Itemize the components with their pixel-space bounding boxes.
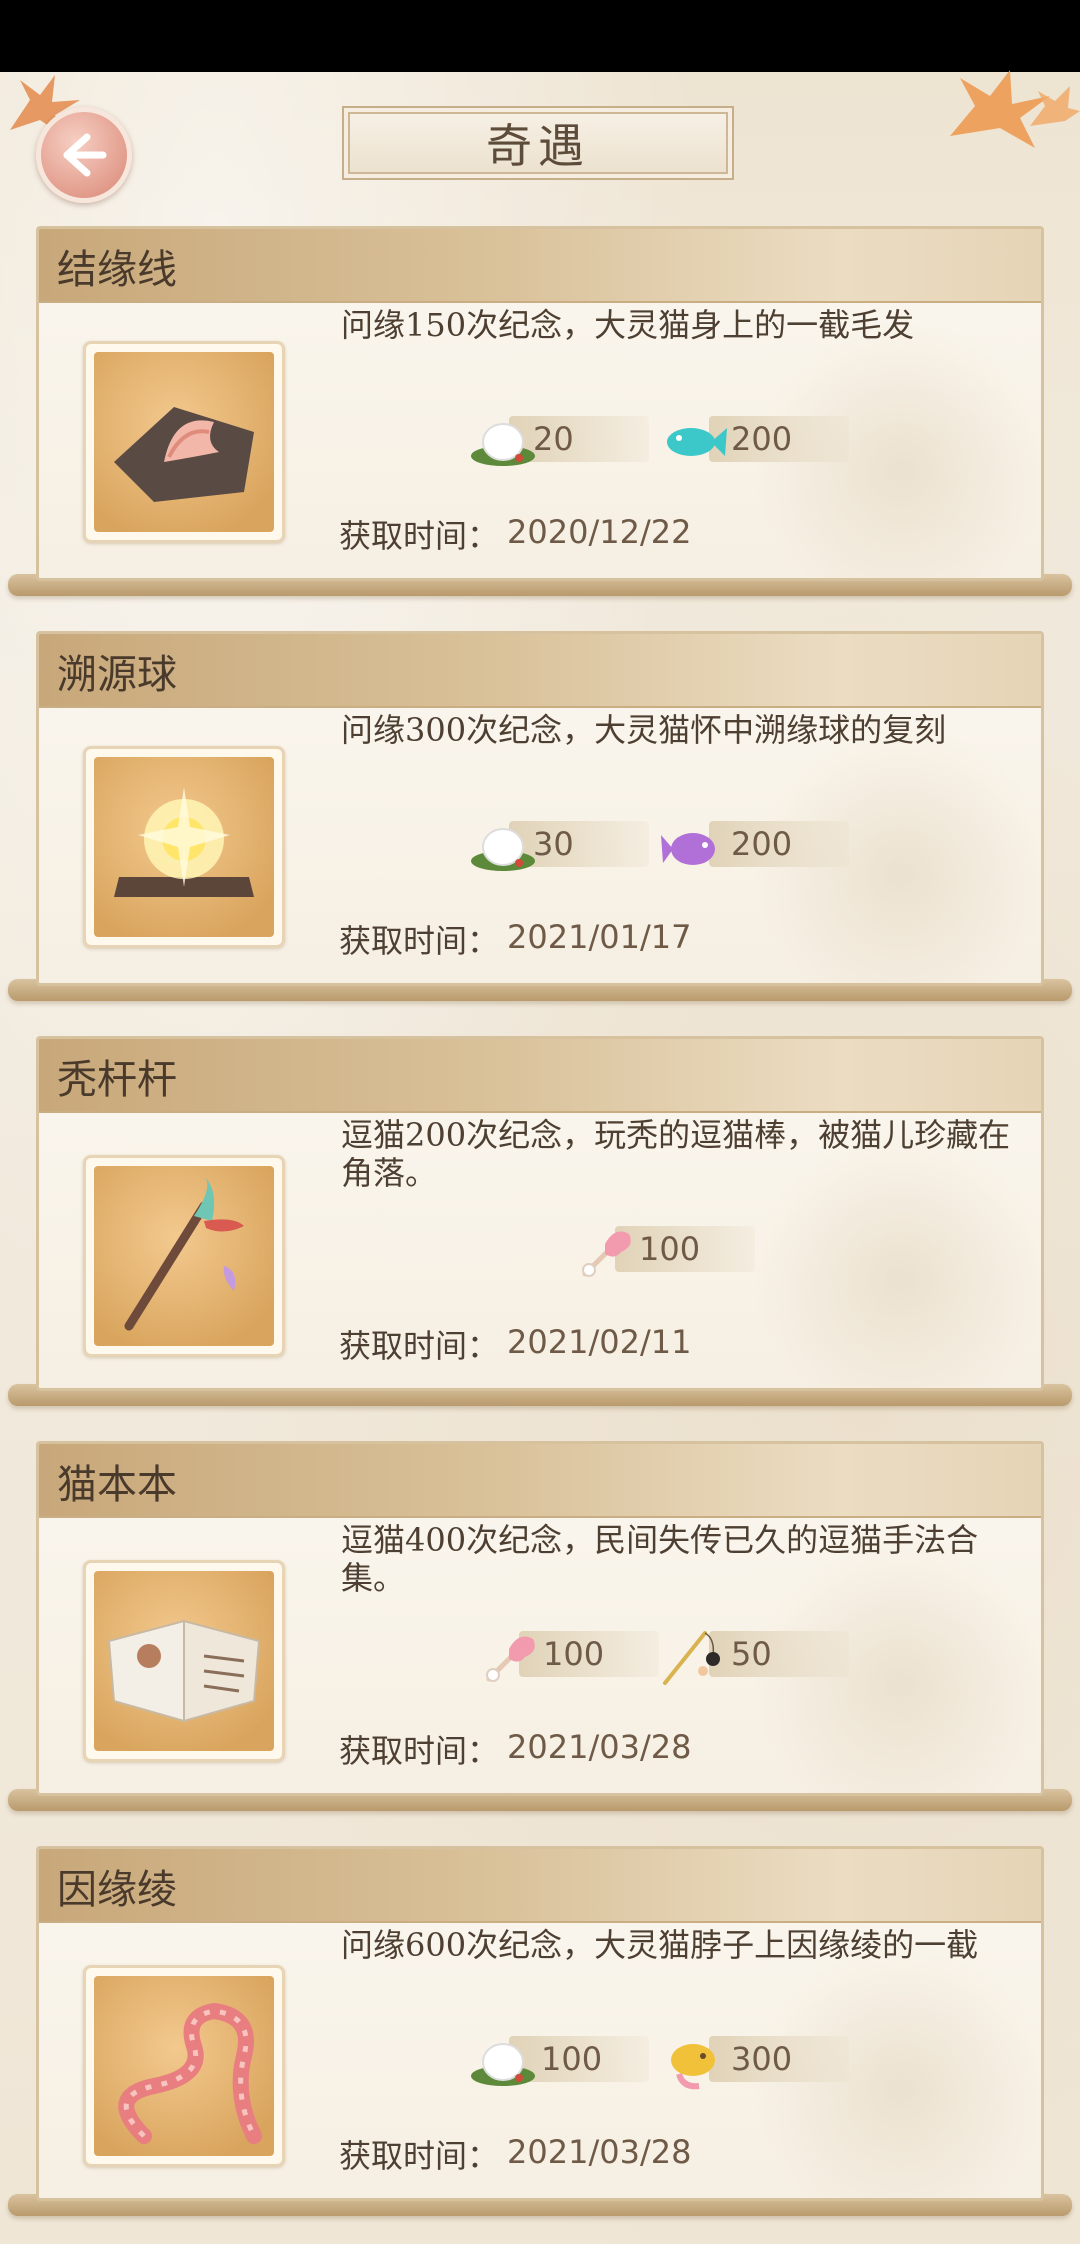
card-title: 溯源球 xyxy=(57,652,177,698)
pink-teaser-icon xyxy=(582,1231,631,1277)
card-description: 逗猫400次纪念，民间失传已久的逗猫手法合集。 xyxy=(341,1521,979,1597)
card-body: 猫本本 逗猫400次纪念，民间失传已久的逗猫手法合集。 100 50 获取时间：… xyxy=(36,1441,1044,1796)
bun-on-leaf-icon xyxy=(471,2043,535,2086)
open-book-icon xyxy=(107,1619,261,1723)
bun-on-leaf-icon xyxy=(471,828,535,871)
card-body: 秃杆杆 逗猫200次纪念，玩秃的逗猫棒，被猫儿珍藏在角落。 100 获取时间： … xyxy=(36,1036,1044,1391)
collection-card[interactable]: 因缘绫 问缘600次纪念，大灵猫脖子上因缘绫的一截 100 300 获取时间： … xyxy=(8,1846,1072,2216)
card-header: 溯源球 xyxy=(39,634,1041,708)
date-value: 2020/12/22 xyxy=(507,513,692,551)
card-header: 猫本本 xyxy=(39,1444,1041,1518)
reward-value: 20 xyxy=(533,420,574,458)
card-description: 问缘600次纪念，大灵猫脖子上因缘绫的一截 xyxy=(341,1926,979,1964)
card-header: 结缘线 xyxy=(39,229,1041,303)
card-title: 因缘绫 xyxy=(57,1867,177,1913)
item-thumbnail[interactable] xyxy=(83,1155,285,1357)
pink-teaser-icon xyxy=(486,1636,535,1682)
card-title: 结缘线 xyxy=(57,247,177,293)
status-bar xyxy=(0,0,1080,72)
collection-card[interactable]: 秃杆杆 逗猫200次纪念，玩秃的逗猫棒，被猫儿珍藏在角落。 100 获取时间： … xyxy=(8,1036,1072,1406)
cat-teaser-stick-icon xyxy=(124,1176,244,1331)
reward-value: 100 xyxy=(639,1230,701,1268)
fishing-rod-teaser-icon xyxy=(663,1631,720,1685)
page-title: 奇遇 xyxy=(486,119,590,173)
fur-tuft-icon xyxy=(114,407,254,502)
card-description: 问缘300次纪念，大灵猫怀中溯缘球的复刻 xyxy=(341,711,947,749)
cyan-fish-icon xyxy=(667,428,727,456)
card-body: 结缘线 问缘150次纪念，大灵猫身上的一截毛发 20 200 获取时间： 202… xyxy=(36,226,1044,581)
back-button[interactable] xyxy=(36,107,132,203)
reward-value: 100 xyxy=(543,1635,605,1673)
date-label: 获取时间： xyxy=(339,1732,500,1770)
card-description: 问缘150次纪念，大灵猫身上的一截毛发 xyxy=(341,306,915,344)
item-thumbnail[interactable] xyxy=(83,1560,285,1762)
page-title-plaque: 奇遇 xyxy=(342,106,734,180)
card-body: 因缘绫 问缘600次纪念，大灵猫脖子上因缘绫的一截 100 300 获取时间： … xyxy=(36,1846,1044,2201)
card-title: 猫本本 xyxy=(57,1462,177,1508)
collection-card[interactable]: 结缘线 问缘150次纪念，大灵猫身上的一截毛发 20 200 获取时间： 202… xyxy=(8,226,1072,596)
item-thumbnail[interactable] xyxy=(83,341,285,543)
card-header: 秃杆杆 xyxy=(39,1039,1041,1113)
date-label: 获取时间： xyxy=(339,517,500,555)
date-label: 获取时间： xyxy=(339,922,500,960)
card-header: 因缘绫 xyxy=(39,1849,1041,1923)
reward-value: 100 xyxy=(541,2040,603,2078)
reward-value: 200 xyxy=(731,825,793,863)
maple-leaf-icon xyxy=(950,70,1080,148)
date-label: 获取时间： xyxy=(339,1327,500,1365)
golden-fish-icon xyxy=(671,2044,715,2090)
date-label: 获取时间： xyxy=(339,2137,500,2175)
item-thumbnail[interactable] xyxy=(83,746,285,948)
date-value: 2021/03/28 xyxy=(507,2133,692,2171)
collection-card[interactable]: 溯源球 问缘300次纪念，大灵猫怀中溯缘球的复刻 30 200 获取时间： 20… xyxy=(8,631,1072,1001)
date-value: 2021/01/17 xyxy=(507,918,692,956)
purple-fish-icon xyxy=(661,833,715,865)
reward-value: 300 xyxy=(731,2040,793,2078)
pink-ribbon-icon xyxy=(118,2002,262,2144)
reward-value: 30 xyxy=(533,825,574,863)
card-description: 逗猫200次纪念，玩秃的逗猫棒，被猫儿珍藏在角落。 xyxy=(341,1116,1011,1192)
card-title: 秃杆杆 xyxy=(57,1057,177,1103)
glowing-orb-icon xyxy=(114,787,254,897)
card-body: 溯源球 问缘300次纪念，大灵猫怀中溯缘球的复刻 30 200 获取时间： 20… xyxy=(36,631,1044,986)
reward-value: 50 xyxy=(731,1635,772,1673)
back-arrow-icon xyxy=(63,133,107,177)
date-value: 2021/03/28 xyxy=(507,1728,692,1766)
collection-card[interactable]: 猫本本 逗猫400次纪念，民间失传已久的逗猫手法合集。 100 50 获取时间：… xyxy=(8,1441,1072,1811)
reward-value: 200 xyxy=(731,420,793,458)
bun-on-leaf-icon xyxy=(471,423,535,466)
item-thumbnail[interactable] xyxy=(83,1965,285,2167)
date-value: 2021/02/11 xyxy=(507,1323,692,1361)
